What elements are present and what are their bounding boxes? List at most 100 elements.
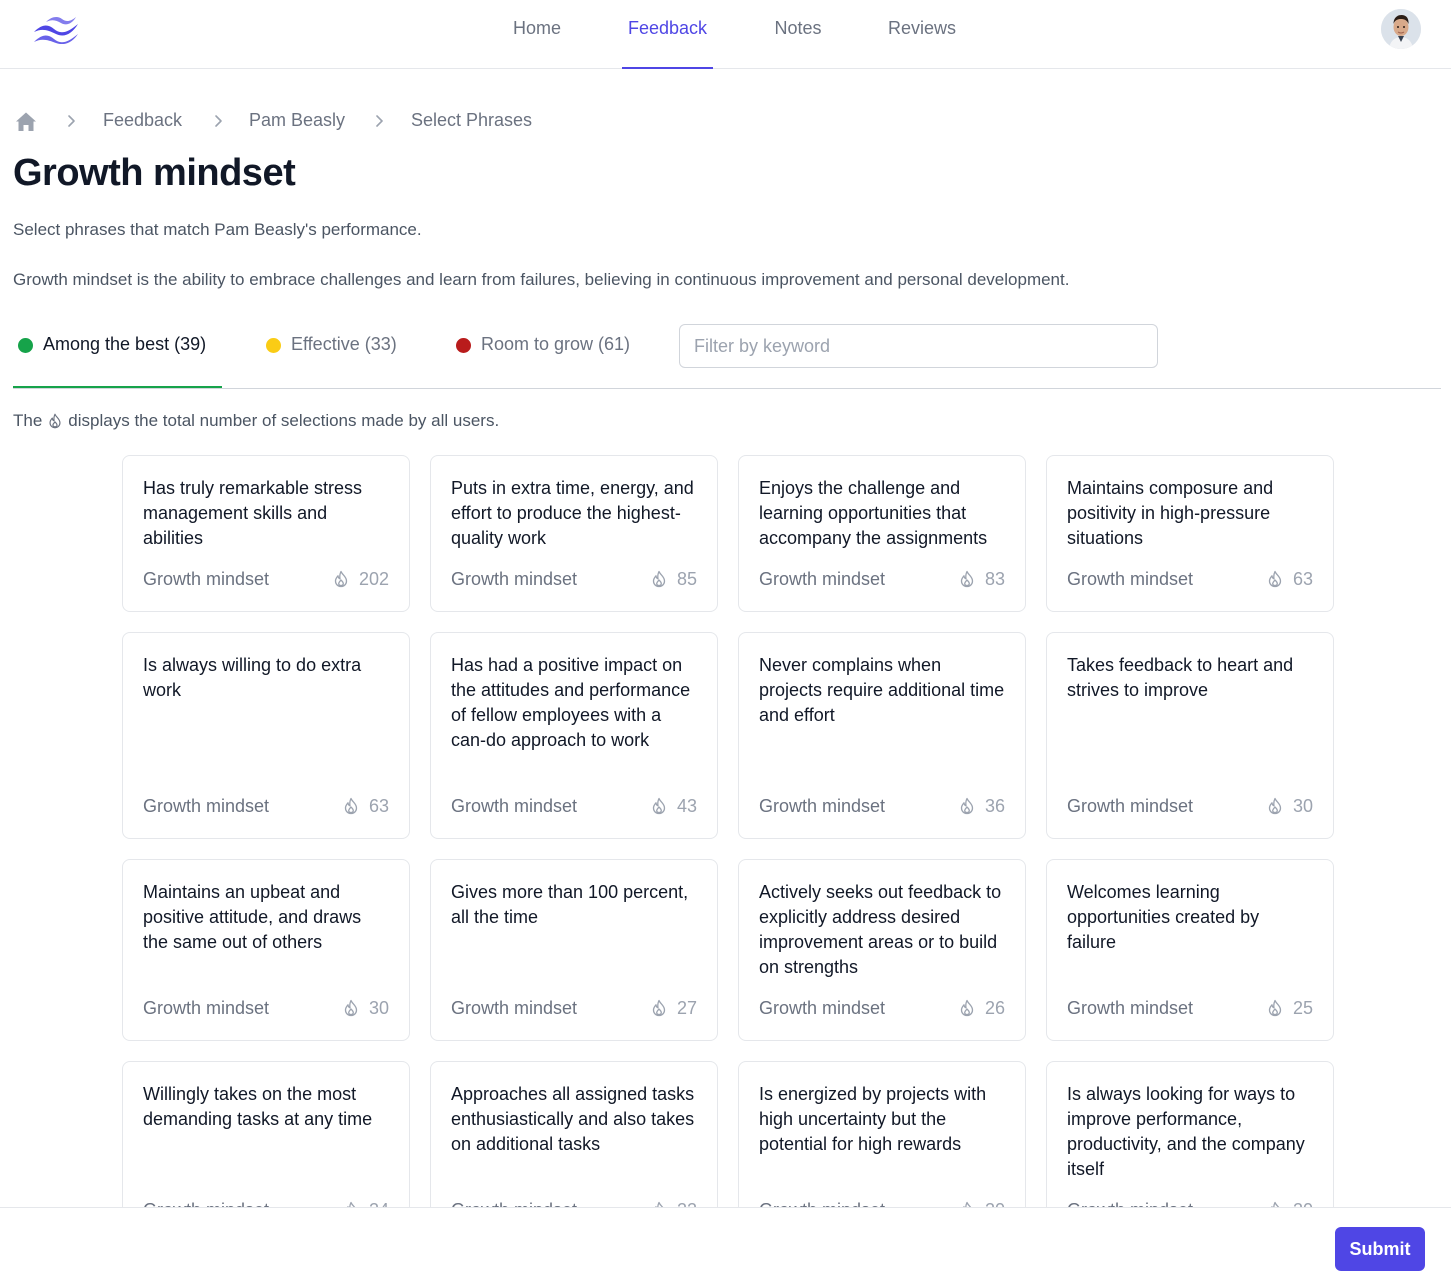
- action-footer: Submit: [0, 1207, 1451, 1288]
- selection-count-value: 85: [676, 569, 697, 589]
- phrase-card-footer: Growth mindset 43: [451, 796, 697, 820]
- page-title: Growth mindset: [13, 152, 296, 194]
- breadcrumb-feedback[interactable]: Feedback: [103, 110, 182, 131]
- phrase-text: Maintains composure and positivity in hi…: [1067, 478, 1274, 548]
- phrase-card[interactable]: Welcomes learning opportunities created …: [1046, 859, 1334, 1041]
- selection-count-value: 25: [1292, 998, 1313, 1018]
- selection-count-value: 20: [985, 1200, 1005, 1207]
- nav-notes[interactable]: Notes: [766, 0, 830, 69]
- phrase-card[interactable]: Approaches all assigned tasks enthusiast…: [430, 1061, 718, 1207]
- phrase-text: Approaches all assigned tasks enthusiast…: [451, 1084, 695, 1154]
- phrase-card[interactable]: Is always willing to do extra work Growt…: [122, 632, 410, 839]
- selection-count-value: 26: [984, 998, 1005, 1018]
- phrase-card[interactable]: Maintains composure and positivity in hi…: [1046, 455, 1334, 612]
- phrase-card[interactable]: Takes feedback to heart and strives to i…: [1046, 632, 1334, 839]
- selection-count: 20: [957, 1200, 1005, 1207]
- selection-count: 26: [957, 998, 1005, 1019]
- nav-feedback[interactable]: Feedback: [622, 0, 713, 69]
- note-prefix: The: [13, 411, 43, 430]
- top-navigation-bar: Home Feedback Notes Reviews: [0, 0, 1451, 69]
- selection-count: 83: [957, 569, 1005, 590]
- phrase-text: Gives more than 100 percent, all the tim…: [451, 882, 689, 927]
- user-avatar[interactable]: [1381, 9, 1421, 49]
- flame-icon: [49, 413, 61, 429]
- flame-icon: [960, 999, 974, 1017]
- tab-room-to-grow[interactable]: Room to grow (61): [456, 322, 646, 388]
- selection-count: 30: [341, 998, 389, 1019]
- selection-count-value: 83: [984, 569, 1005, 589]
- flame-icon: [654, 1201, 664, 1207]
- phrase-card[interactable]: Has truly remarkable stress management s…: [122, 455, 410, 612]
- phrase-category: Growth mindset: [143, 796, 270, 816]
- phrase-card[interactable]: Has had a positive impact on the attitud…: [430, 632, 718, 839]
- selection-count: 30: [1265, 796, 1313, 817]
- phrase-card[interactable]: Willingly takes on the most demanding ta…: [122, 1061, 410, 1207]
- tab-effective[interactable]: Effective (33): [266, 322, 416, 388]
- phrase-category: Growth mindset: [451, 796, 578, 816]
- selection-count-value: 30: [1292, 796, 1313, 816]
- flame-icon: [652, 999, 666, 1017]
- phrase-category: Growth mindset: [143, 569, 270, 589]
- app-logo-icon[interactable]: [32, 14, 80, 44]
- phrase-grid-scroll-area[interactable]: Has truly remarkable stress management s…: [0, 455, 1451, 1207]
- nav-home[interactable]: Home: [505, 0, 569, 69]
- phrase-card[interactable]: Actively seeks out feedback to explicitl…: [738, 859, 1026, 1041]
- flame-icon: [1268, 570, 1282, 588]
- flame-icon: [1270, 1201, 1280, 1207]
- breadcrumb-select-phrases[interactable]: Select Phrases: [411, 110, 532, 131]
- selection-count-value: 22: [677, 1200, 697, 1207]
- selection-count: 202: [331, 569, 389, 590]
- selection-count: 22: [649, 1200, 697, 1207]
- keyword-filter-input[interactable]: [679, 324, 1158, 368]
- note-suffix: displays the total number of selections …: [68, 411, 500, 430]
- flame-icon: [346, 1201, 356, 1207]
- nav-reviews[interactable]: Reviews: [880, 0, 964, 69]
- selection-count: 24: [341, 1200, 389, 1207]
- phrase-card-footer: Growth mindset 25: [1067, 998, 1313, 1022]
- phrase-category: Growth mindset: [1067, 998, 1194, 1018]
- phrase-text: Is always looking for ways to improve pe…: [1067, 1084, 1305, 1179]
- selection-count: 43: [649, 796, 697, 817]
- breadcrumb-employee[interactable]: Pam Beasly: [249, 110, 345, 131]
- phrase-text: Has had a positive impact on the attitud…: [451, 655, 691, 750]
- submit-button[interactable]: Submit: [1335, 1227, 1425, 1271]
- phrase-text: Never complains when projects require ad…: [759, 655, 1005, 725]
- phrase-card-footer: Growth mindset 36: [759, 796, 1005, 820]
- selection-count-value: 20: [1293, 1200, 1313, 1207]
- phrase-category: Growth mindset: [143, 998, 270, 1018]
- flame-icon: [344, 797, 358, 815]
- selection-count-value: 27: [676, 998, 697, 1018]
- phrase-category: Growth mindset: [1067, 1200, 1193, 1207]
- phrase-card-footer: Growth mindset 30: [143, 998, 389, 1022]
- phrase-card[interactable]: Maintains an upbeat and positive attitud…: [122, 859, 410, 1041]
- phrase-card[interactable]: Puts in extra time, energy, and effort t…: [430, 455, 718, 612]
- phrase-text: Puts in extra time, energy, and effort t…: [451, 478, 694, 548]
- selection-count-value: 63: [368, 796, 389, 816]
- phrase-card[interactable]: Never complains when projects require ad…: [738, 632, 1026, 839]
- phrase-card[interactable]: Gives more than 100 percent, all the tim…: [430, 859, 718, 1041]
- phrase-card[interactable]: Enjoys the challenge and learning opport…: [738, 455, 1026, 612]
- rating-tabs: Among the best (39) Effective (33) Room …: [13, 322, 1441, 389]
- tab-among-the-best[interactable]: Among the best (39): [13, 322, 222, 388]
- selection-count-value: 24: [369, 1200, 389, 1207]
- phrase-card-footer: Growth mindset 24: [143, 1200, 389, 1207]
- phrase-card-footer: Growth mindset 63: [1067, 569, 1313, 593]
- phrase-text: Willingly takes on the most demanding ta…: [143, 1084, 373, 1129]
- selection-count: 63: [341, 796, 389, 817]
- phrase-text: Has truly remarkable stress management s…: [143, 478, 363, 548]
- tab-label: Among the best (39): [43, 334, 207, 354]
- selection-count: 27: [649, 998, 697, 1019]
- home-icon[interactable]: [14, 110, 38, 134]
- phrase-text: Welcomes learning opportunities created …: [1067, 882, 1260, 952]
- chevron-right-icon: [376, 115, 383, 127]
- phrase-category: Growth mindset: [451, 1200, 577, 1207]
- selection-count-value: 30: [368, 998, 389, 1018]
- flame-icon: [960, 570, 974, 588]
- phrase-text: Is energized by projects with high uncer…: [759, 1084, 987, 1154]
- chevron-right-icon: [215, 115, 222, 127]
- phrase-card[interactable]: Is energized by projects with high uncer…: [738, 1061, 1026, 1207]
- selection-count: 20: [1265, 1200, 1313, 1207]
- phrase-card[interactable]: Is always looking for ways to improve pe…: [1046, 1061, 1334, 1207]
- phrase-card-footer: Growth mindset 83: [759, 569, 1005, 593]
- phrase-category: Growth mindset: [1067, 796, 1194, 816]
